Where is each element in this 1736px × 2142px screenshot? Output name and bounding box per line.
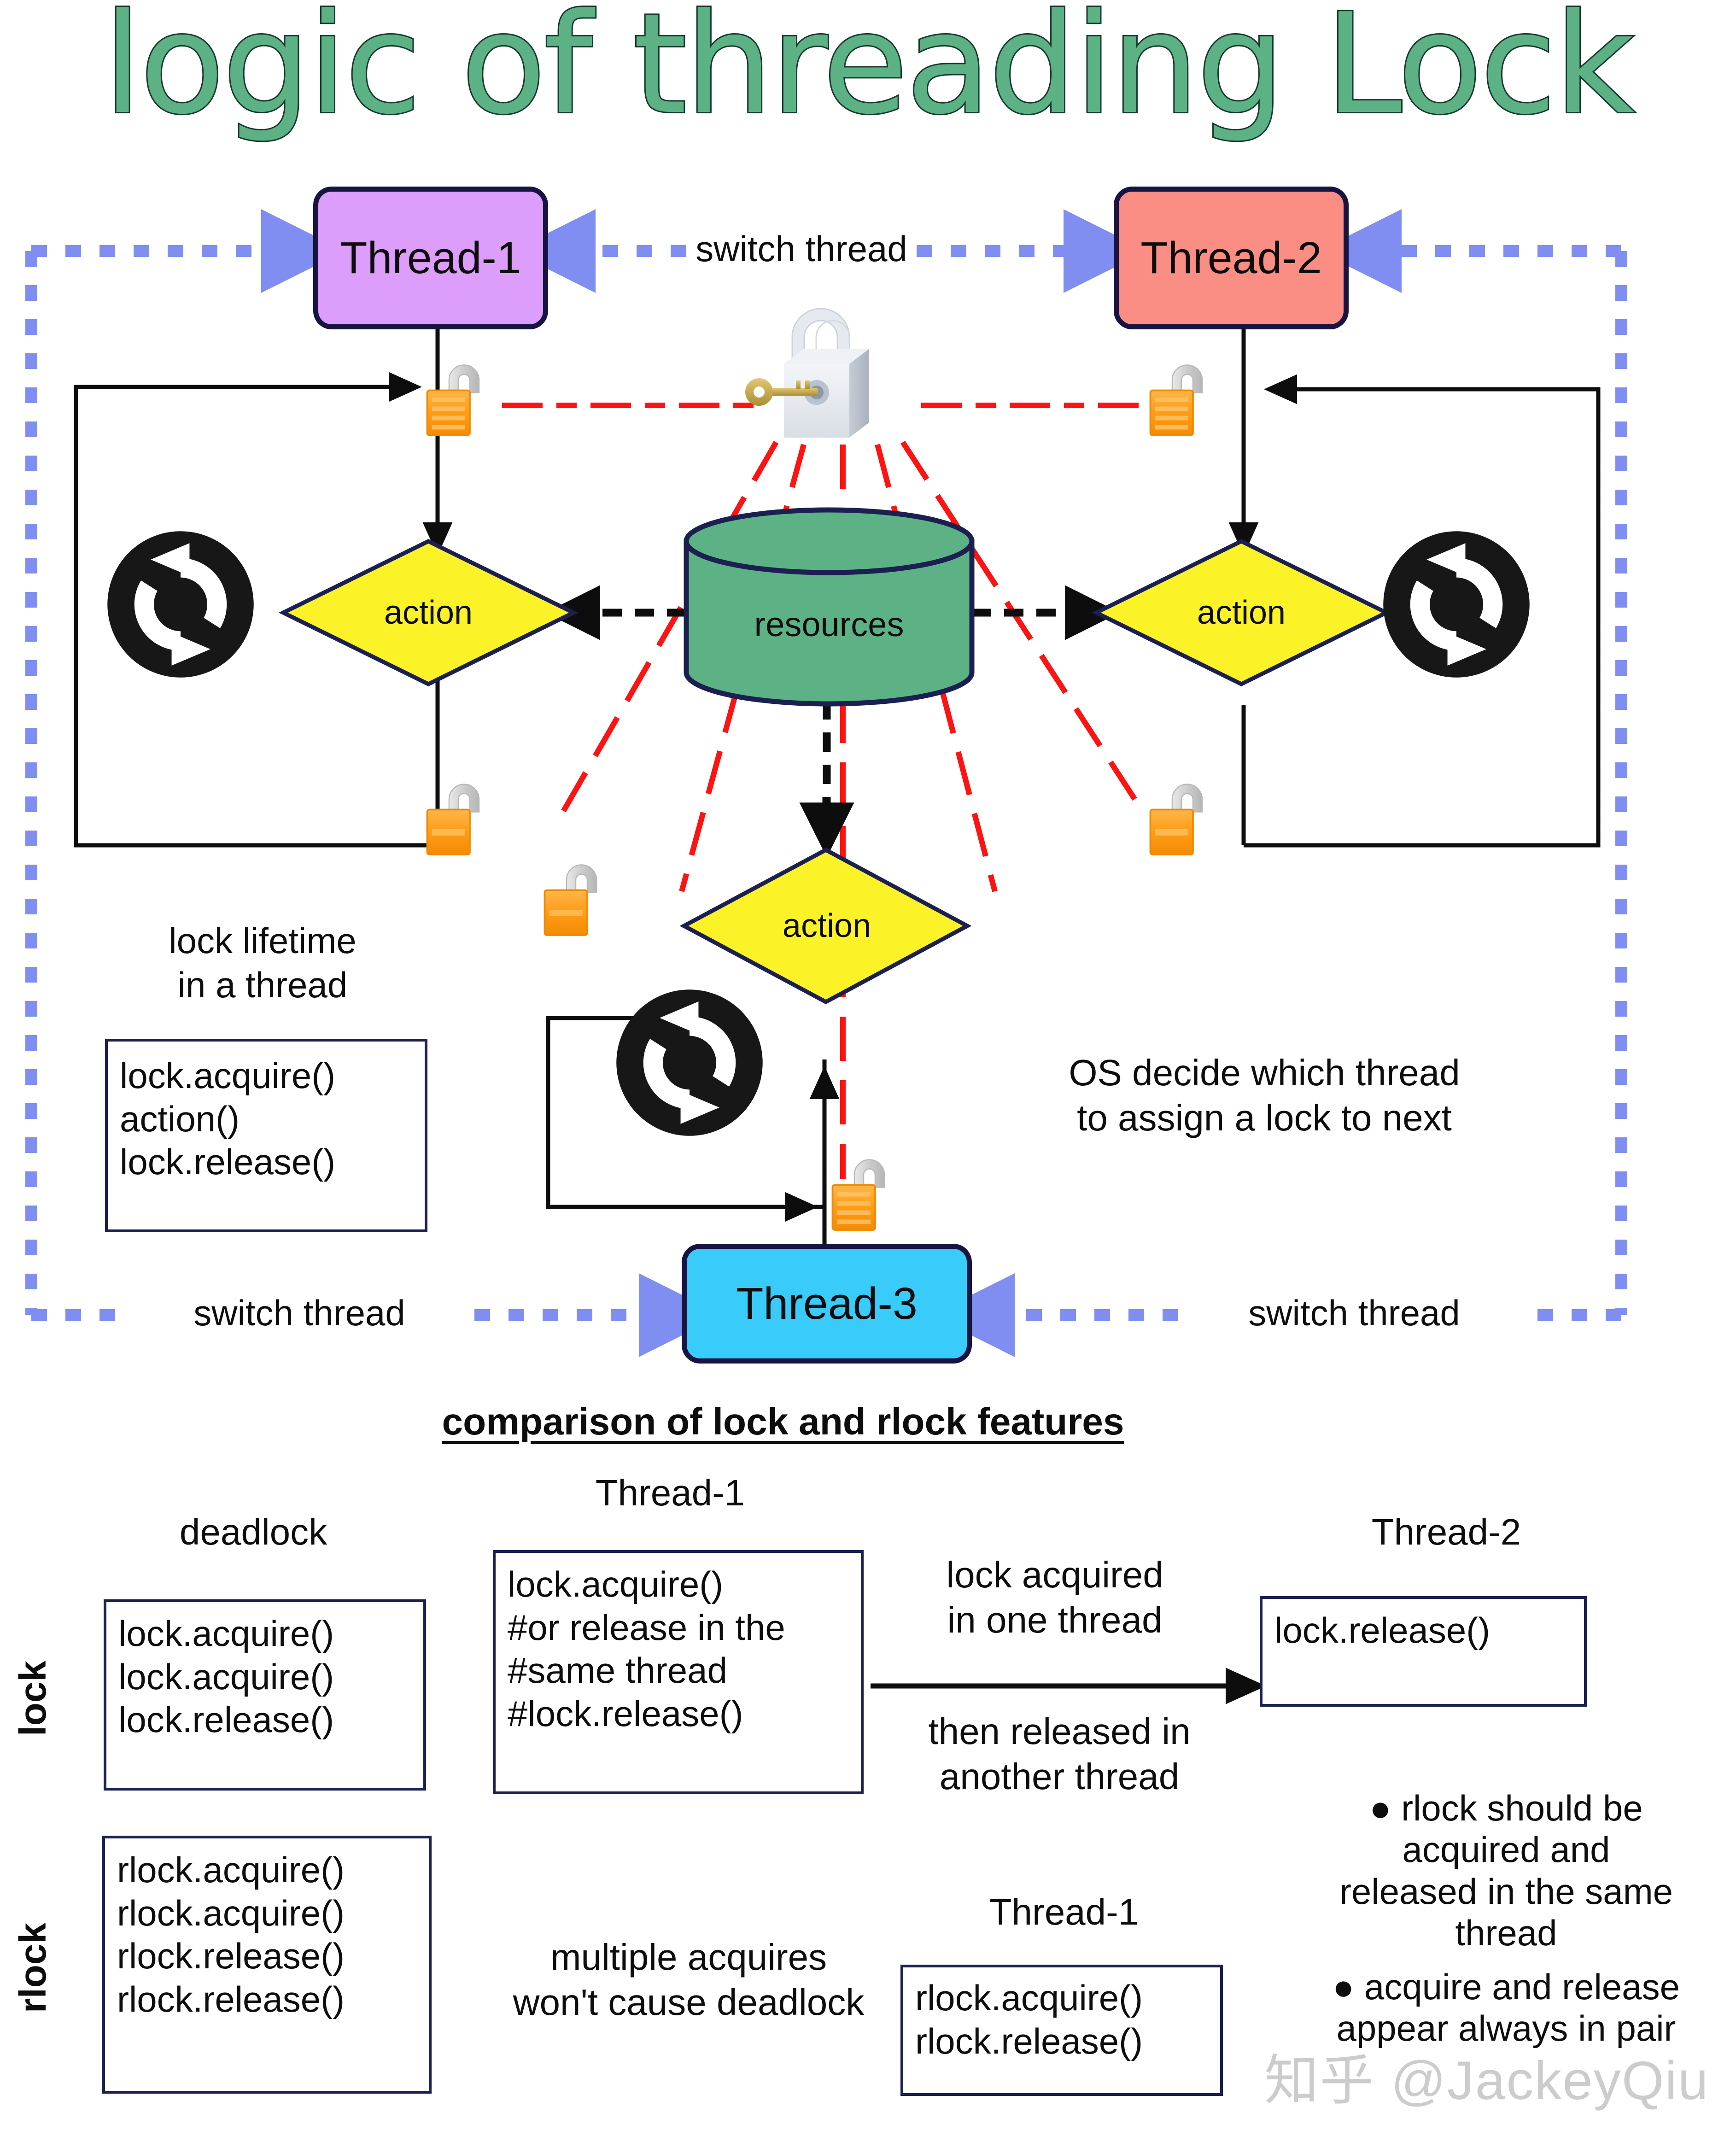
os-decide-note: OS decide which thread to assign a lock … xyxy=(1069,1052,1460,1138)
padlock-open-icon-thread2-bottom xyxy=(1149,783,1203,855)
rlock-bullet-line-2: released in the same xyxy=(1339,1871,1673,1912)
thread-3-node[interactable]: Thread-3 xyxy=(682,1244,972,1364)
switch-thread-label-bottom-left: switch thread xyxy=(124,1292,474,1334)
lockrow-thread2-code-box: lock.release() xyxy=(1260,1596,1587,1707)
lock-lifetime-caption: lock lifetime in a thread xyxy=(169,920,357,1005)
deadlock-code-box: lock.acquire() lock.acquire() lock.relea… xyxy=(104,1599,426,1791)
lock-acquired-caption: lock acquired in one thread xyxy=(946,1554,1163,1640)
rlock-bullet-line-4: ● acquire and release xyxy=(1333,1966,1680,2007)
thread-1-node[interactable]: Thread-1 xyxy=(313,187,548,329)
rlock-bullets: ● rlock should be acquired and released … xyxy=(1280,1787,1732,2049)
padlock-open-icon-thread2-top xyxy=(1149,364,1203,436)
lockrow-thread1-caption: Thread-1 xyxy=(595,1472,745,1513)
switch-thread-label-top: switch thread xyxy=(696,228,907,269)
deadlock-caption: deadlock xyxy=(179,1511,327,1552)
rlock-bullet-line-0: ● rlock should be xyxy=(1369,1788,1643,1828)
loop-refresh-icon-left xyxy=(107,531,254,678)
switch-thread-label-bottom-right: switch thread xyxy=(1179,1292,1529,1334)
padlock-open-icon-thread3-top xyxy=(544,864,597,936)
padlock-open-icon-thread1-bottom xyxy=(426,783,480,855)
row-label-lock: lock xyxy=(12,1660,54,1737)
padlock-3d-icon xyxy=(745,308,869,438)
resources-cylinder xyxy=(684,507,975,707)
padlock-open-icon-thread1-top xyxy=(426,364,480,436)
lockrow-thread1-code-box: lock.acquire() #or release in the #same … xyxy=(493,1550,864,1794)
diagram-canvas: logic of threading Lock Thread-1 Thread-… xyxy=(0,0,1736,2142)
rlock-note: multiple acquires won't cause deadlock xyxy=(513,1937,865,2023)
lock-lifetime-code-box: lock.acquire() action() lock.release() xyxy=(105,1039,427,1232)
thread-1-label: Thread-1 xyxy=(340,233,521,283)
row-label-rlock: rlock xyxy=(12,1923,54,2013)
rlockrow-thread1-code-box: rlock.acquire() rlock.release() xyxy=(900,1965,1223,2096)
rlockrow-thread1-caption: Thread-1 xyxy=(989,1891,1139,1932)
then-released-caption: then released in another thread xyxy=(928,1711,1191,1797)
action-diamond-right xyxy=(1091,538,1391,687)
action-diamond-left xyxy=(278,538,579,687)
action-diamond-bottom xyxy=(679,847,972,1005)
loop-refresh-icon-right xyxy=(1383,531,1530,678)
loop-refresh-icon-bottom xyxy=(616,989,763,1136)
rlock-bullet-line-1: acquired and xyxy=(1402,1829,1610,1870)
watermark: 知乎 @JackeyQiu xyxy=(1264,2050,1709,2111)
rlock-bullet-line-3: thread xyxy=(1455,1913,1557,1954)
thread-2-label: Thread-2 xyxy=(1140,233,1322,283)
comparison-heading: comparison of lock and rlock features xyxy=(442,1401,1124,1443)
rlock-code-box: rlock.acquire() rlock.acquire() rlock.re… xyxy=(102,1836,432,2094)
lockrow-thread2-caption: Thread-2 xyxy=(1371,1511,1521,1552)
thread-3-label: Thread-3 xyxy=(736,1278,918,1329)
thread-2-node[interactable]: Thread-2 xyxy=(1114,187,1349,329)
